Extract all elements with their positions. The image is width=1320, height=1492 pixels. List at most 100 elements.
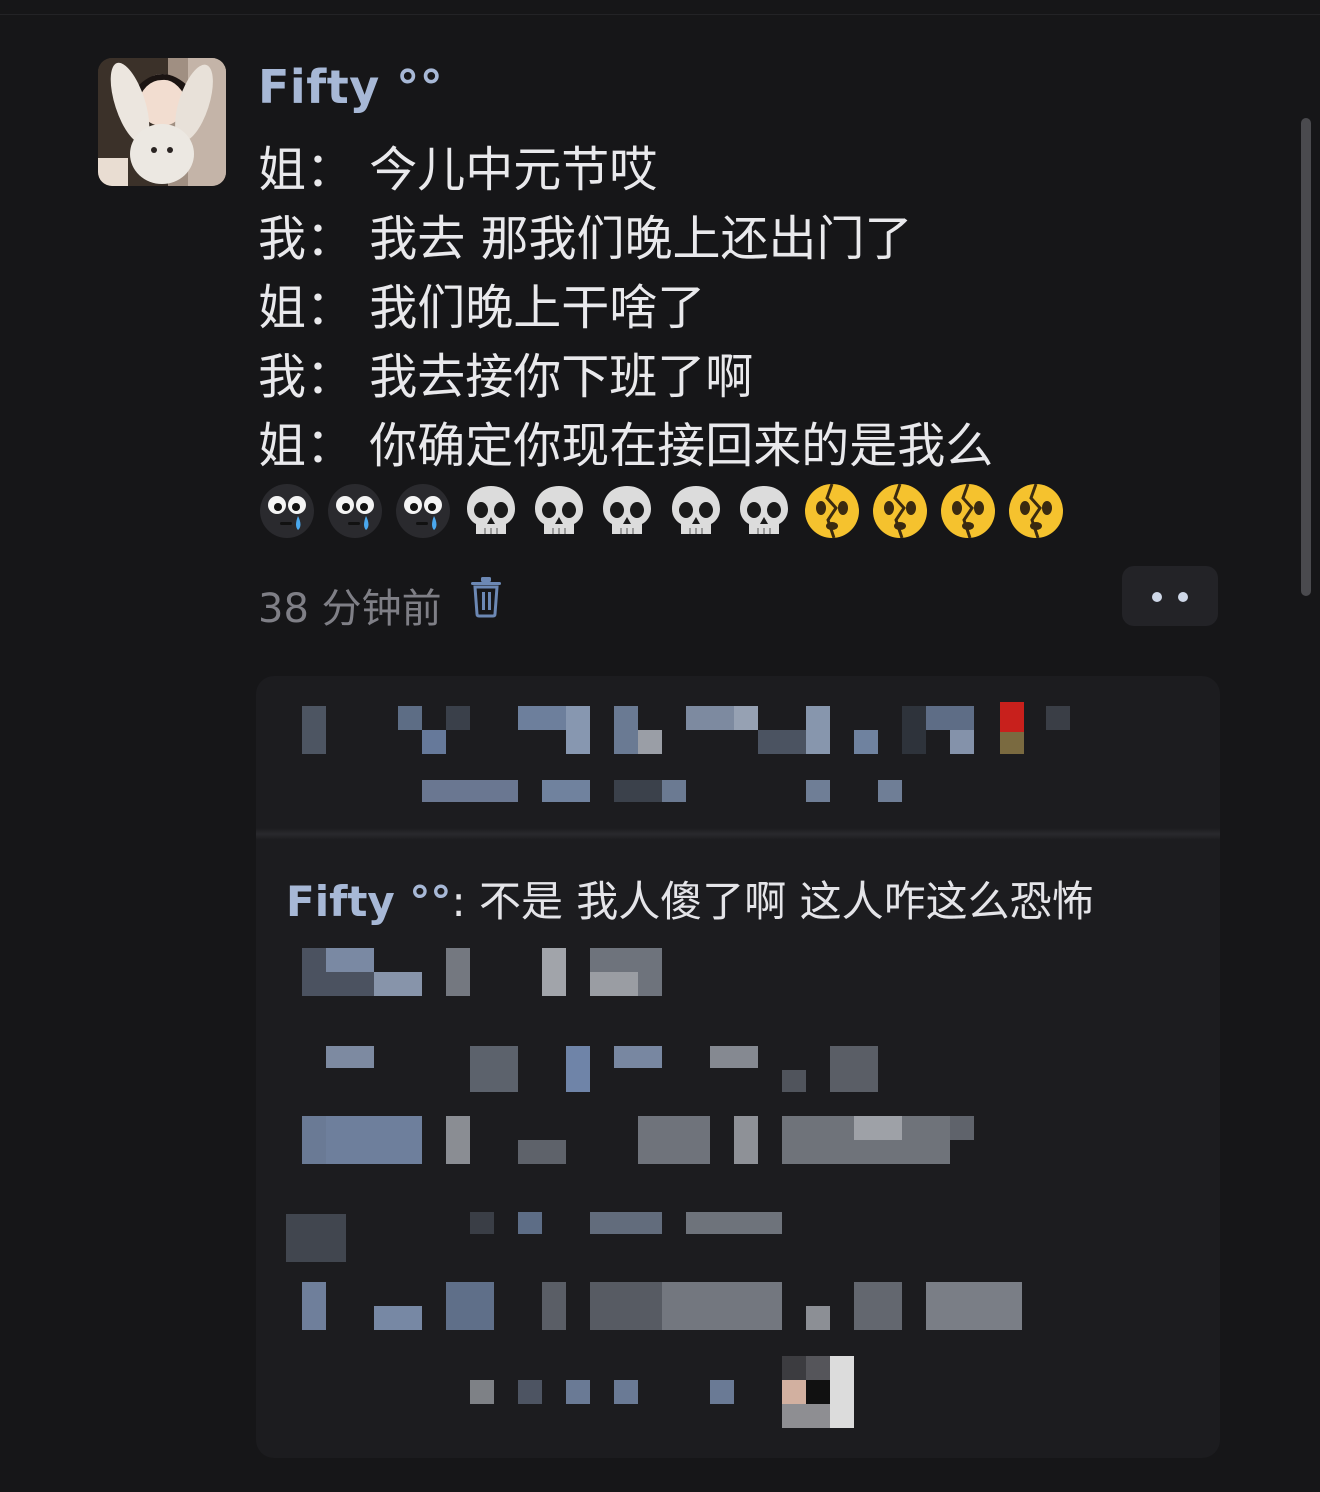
mosaic-block xyxy=(758,730,806,754)
mosaic-block xyxy=(806,780,830,802)
reply-item[interactable]: Fifty °°: 不是 我人傻了啊 这人咋这么恐怖 xyxy=(286,868,1094,929)
mosaic-block xyxy=(422,730,446,754)
mosaic-block xyxy=(854,1282,902,1330)
mosaic-block xyxy=(638,730,662,754)
comment-message: 姐： 今儿中元节哎 我： 我去 那我们晚上还出门了 姐： 我们晚上干啥了 我： … xyxy=(258,136,1158,481)
mosaic-block xyxy=(374,972,422,996)
mosaic-block xyxy=(710,1380,734,1404)
skull-icon xyxy=(462,482,520,540)
broken-face-icon xyxy=(1007,482,1065,540)
mosaic-block xyxy=(950,1116,974,1140)
mosaic-block xyxy=(614,706,638,754)
mosaic-block xyxy=(686,706,734,730)
reply-author[interactable]: Fifty °° xyxy=(286,877,451,926)
more-dot-icon xyxy=(1178,592,1188,602)
broken-face-icon xyxy=(871,482,929,540)
message-line: 姐： 今儿中元节哎 xyxy=(258,142,658,198)
avatar[interactable] xyxy=(98,58,226,186)
avatar-image xyxy=(98,58,226,186)
mosaic-block xyxy=(590,1282,662,1330)
mosaic-block xyxy=(590,1212,662,1234)
mosaic-block xyxy=(926,706,974,730)
mosaic-block xyxy=(326,1116,422,1164)
mosaic-block xyxy=(302,1282,326,1330)
skull-icon xyxy=(530,482,588,540)
mosaic-block xyxy=(542,780,590,802)
mosaic-block xyxy=(398,706,422,730)
mosaic-block xyxy=(518,1140,566,1164)
mosaic-block xyxy=(854,1116,902,1140)
mosaic-block xyxy=(518,1212,542,1234)
reply-text: 不是 我人傻了啊 这人咋这么恐怖 xyxy=(478,877,1094,926)
trash-icon[interactable] xyxy=(468,574,504,618)
replies-panel: Fifty °°: 不是 我人傻了啊 这人咋这么恐怖 xyxy=(256,676,1220,1458)
mosaic-block xyxy=(830,1046,878,1092)
mosaic-block xyxy=(710,1046,758,1068)
mosaic-block xyxy=(326,1046,374,1068)
mosaic-block xyxy=(806,1356,830,1380)
mosaic-block xyxy=(446,706,470,730)
message-line: 姐： 你确定你现在接回来的是我么 xyxy=(258,418,994,474)
mosaic-block xyxy=(1000,732,1024,754)
broken-face-icon xyxy=(803,482,861,540)
mosaic-block xyxy=(638,1116,710,1164)
mosaic-block xyxy=(302,1116,326,1164)
reply-separator: : xyxy=(451,877,479,926)
top-divider xyxy=(0,14,1320,15)
mosaic-block xyxy=(878,780,902,802)
mosaic-block xyxy=(782,1404,830,1428)
timestamp: 38 分钟前 xyxy=(258,586,442,632)
mosaic-block xyxy=(470,1380,494,1404)
mosaic-block xyxy=(782,1356,806,1380)
mosaic-block xyxy=(854,730,878,754)
emoji-row xyxy=(258,482,1070,544)
more-options-button[interactable] xyxy=(1122,566,1218,626)
mosaic-block xyxy=(518,706,566,730)
mosaic-block xyxy=(1046,706,1070,730)
mosaic-block xyxy=(302,706,326,754)
mosaic-block xyxy=(782,1380,806,1404)
mosaic-block xyxy=(806,706,830,754)
message-line: 我： 我去接你下班了啊 xyxy=(258,349,754,405)
mosaic-block xyxy=(446,1282,494,1330)
mosaic-block xyxy=(806,1306,830,1330)
mosaic-block xyxy=(614,1380,638,1404)
mosaic-block xyxy=(542,1282,566,1330)
username[interactable]: Fifty °° xyxy=(258,60,443,114)
mosaic-block xyxy=(806,1380,830,1404)
mosaic-block xyxy=(566,1380,590,1404)
panel-divider xyxy=(256,828,1220,840)
crying-face-icon xyxy=(258,482,316,540)
mosaic-block xyxy=(518,1380,542,1404)
mosaic-block xyxy=(374,1306,422,1330)
mosaic-block xyxy=(734,1116,758,1164)
mosaic-block xyxy=(614,780,662,802)
mosaic-block xyxy=(902,706,926,754)
mosaic-block xyxy=(926,1282,1022,1330)
crying-face-icon xyxy=(326,482,384,540)
mosaic-block xyxy=(566,1046,590,1092)
scrollbar[interactable] xyxy=(1301,118,1311,596)
mosaic-block xyxy=(614,1046,662,1068)
mosaic-block xyxy=(470,1212,494,1234)
mosaic-block xyxy=(830,1356,854,1428)
broken-face-icon xyxy=(939,482,997,540)
mosaic-block xyxy=(662,1282,782,1330)
mosaic-block xyxy=(286,1214,346,1262)
message-line: 我： 我去 那我们晚上还出门了 xyxy=(258,211,913,267)
mosaic-block xyxy=(542,948,566,996)
mosaic-block xyxy=(662,780,686,802)
skull-icon xyxy=(667,482,725,540)
crying-face-icon xyxy=(394,482,452,540)
mosaic-block xyxy=(446,1116,470,1164)
mosaic-block xyxy=(782,1070,806,1092)
skull-icon xyxy=(735,482,793,540)
mosaic-block xyxy=(590,972,638,996)
more-dot-icon xyxy=(1152,592,1162,602)
mosaic-block xyxy=(422,780,518,802)
mosaic-block xyxy=(470,1046,518,1092)
mosaic-block xyxy=(686,1212,782,1234)
mosaic-block xyxy=(446,948,470,996)
mosaic-block xyxy=(734,706,758,730)
mosaic-block xyxy=(566,706,590,754)
